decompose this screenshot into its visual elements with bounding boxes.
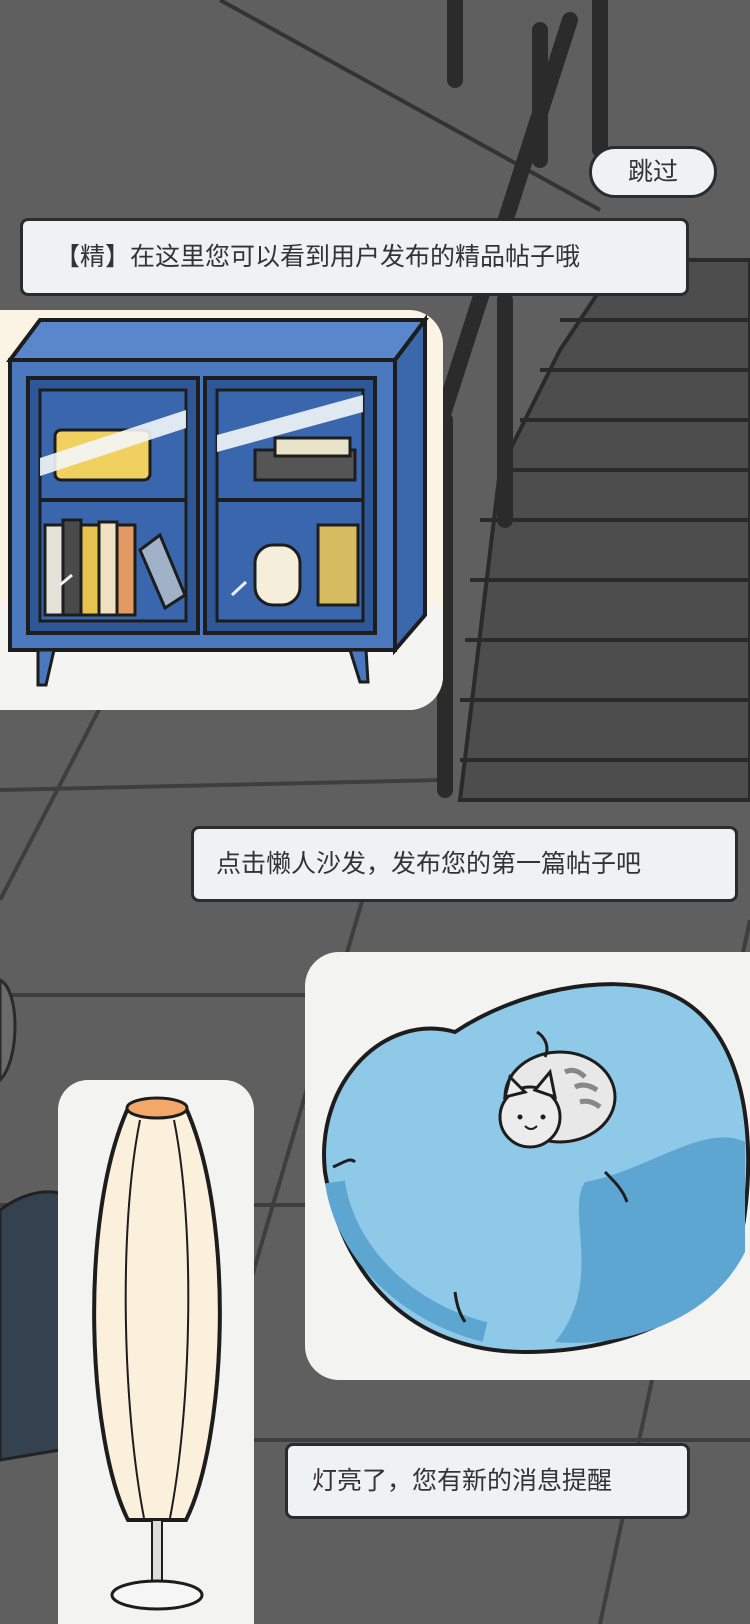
highlight-cabinet[interactable] bbox=[0, 310, 443, 710]
skip-button[interactable]: 跳过 bbox=[589, 146, 717, 198]
tutorial-bubble-beanbag: 点击懒人沙发，发布您的第一篇帖子吧 bbox=[191, 826, 738, 902]
tutorial-bubble-beanbag-text: 点击懒人沙发，发布您的第一篇帖子吧 bbox=[216, 849, 642, 878]
tutorial-bubble-lamp-text: 灯亮了，您有新的消息提醒 bbox=[312, 1466, 613, 1495]
floor-lamp-illustration bbox=[92, 1096, 222, 1611]
tutorial-bubble-lamp: 灯亮了，您有新的消息提醒 bbox=[285, 1443, 690, 1519]
highlight-beanbag[interactable] bbox=[305, 952, 750, 1380]
tutorial-bubble-featured-text: 【精】在这里您可以看到用户发布的精品帖子哦 bbox=[55, 242, 581, 271]
beanbag-illustration bbox=[322, 982, 750, 1355]
highlight-floor-lamp[interactable] bbox=[58, 1080, 254, 1624]
tutorial-bubble-featured: 【精】在这里您可以看到用户发布的精品帖子哦 bbox=[20, 218, 689, 296]
cabinet-illustration bbox=[0, 314, 443, 710]
